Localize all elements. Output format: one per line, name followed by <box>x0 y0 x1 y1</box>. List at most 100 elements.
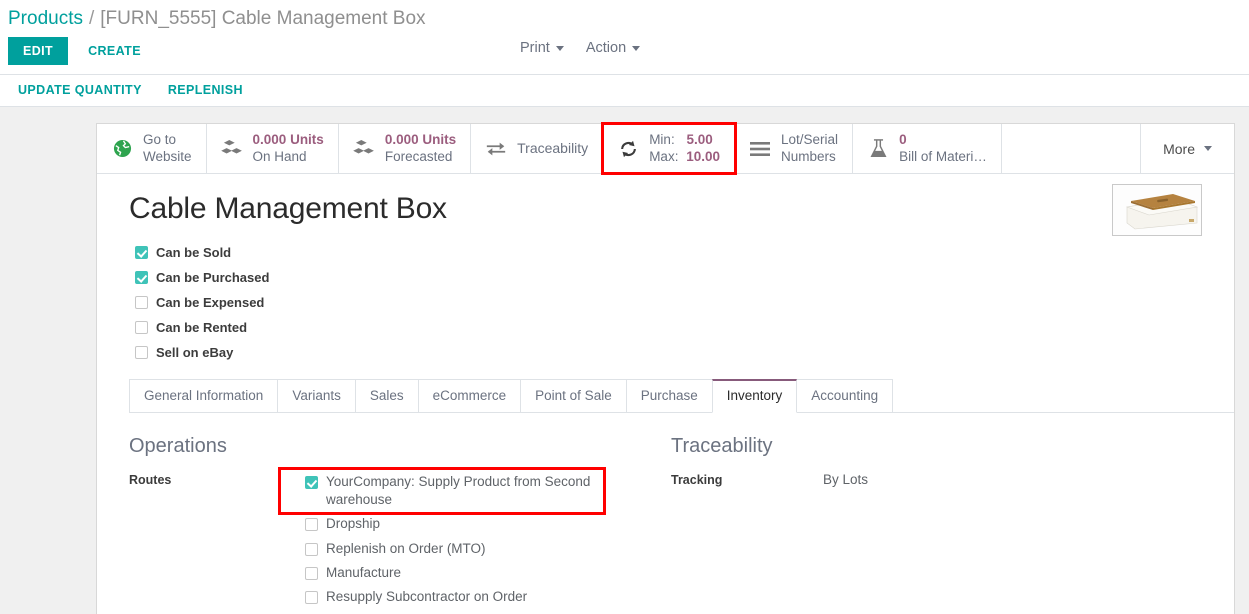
route-replenish-on-order-mto[interactable]: Replenish on Order (MTO) <box>281 537 581 561</box>
can-be-sold-label: Can be Sold <box>156 245 231 260</box>
route-manufacture[interactable]: Manufacture <box>281 561 581 585</box>
min-label: Min: <box>649 132 675 147</box>
route-resupply-subcontractor-on-order[interactable]: Resupply Subcontractor on Order <box>281 585 581 609</box>
globe-icon <box>111 139 133 158</box>
bom-label: Bill of Materi… <box>899 149 987 165</box>
sell-on-ebay-label: Sell on eBay <box>156 345 233 360</box>
route-resupply-subcontractor-on-order-label: Resupply Subcontractor on Order <box>326 588 527 606</box>
tab-variants[interactable]: Variants <box>277 379 356 412</box>
tab-purchase[interactable]: Purchase <box>626 379 713 412</box>
action-dropdown[interactable]: Action <box>586 40 640 56</box>
stat-button-forecasted[interactable]: 0.000 Units Forecasted <box>339 124 471 173</box>
replenish-button[interactable]: REPLENISH <box>168 83 243 97</box>
stat-button-text: Go to Website <box>143 132 192 165</box>
cubes-icon <box>353 140 375 158</box>
product-image[interactable] <box>1112 184 1202 236</box>
can-be-purchased-checkbox[interactable] <box>135 271 148 284</box>
route-replenish-on-order-mto-checkbox[interactable] <box>305 543 318 556</box>
on-hand-value: 0.000 Units <box>253 132 324 148</box>
can-be-sold-checkbox[interactable] <box>135 246 148 259</box>
tab-accounting[interactable]: Accounting <box>796 379 893 412</box>
inventory-tab-panel: Operations Routes YourCompany: Supply Pr… <box>97 413 1234 611</box>
sell-on-ebay-checkbox[interactable] <box>135 346 148 359</box>
tab-ecommerce[interactable]: eCommerce <box>418 379 522 412</box>
cubes-icon <box>221 140 243 158</box>
flag-can-be-sold[interactable]: Can be Sold <box>129 240 1234 265</box>
can-be-rented-checkbox[interactable] <box>135 321 148 334</box>
flag-can-be-rented[interactable]: Can be Rented <box>129 315 1234 340</box>
traceability-column: Traceability Tracking By Lots <box>659 435 1234 611</box>
route-replenish-on-order-mto-label: Replenish on Order (MTO) <box>326 540 486 558</box>
stat-button-traceability[interactable]: Traceability <box>471 124 603 173</box>
more-stat-buttons-dropdown[interactable]: More <box>1140 124 1234 173</box>
route-supply-from-second-warehouse[interactable]: YourCompany: Supply Product from Second … <box>281 470 603 512</box>
stat-button-text: 0.000 Units On Hand <box>253 132 324 165</box>
stat-button-row: Go to Website 0.000 Units <box>97 124 1234 174</box>
lot-serial-line1: Lot/Serial <box>781 132 838 148</box>
tab-general-information[interactable]: General Information <box>129 379 278 412</box>
print-dropdown-label: Print <box>520 40 550 56</box>
min-value: 5.00 <box>686 132 712 147</box>
stat-button-reordering-rules[interactable]: Min: 5.00 Max: 10.00 <box>603 124 735 173</box>
tab-inventory[interactable]: Inventory <box>712 379 798 413</box>
max-label: Max: <box>649 149 678 164</box>
tracking-field: Tracking By Lots <box>671 470 1234 487</box>
sheet-background: Go to Website 0.000 Units <box>0 107 1249 614</box>
route-supply-from-second-warehouse-checkbox[interactable] <box>305 476 318 489</box>
lot-serial-line2: Numbers <box>781 149 838 165</box>
go-to-website-line2: Website <box>143 149 192 165</box>
traceability-section-title: Traceability <box>671 435 1234 458</box>
create-button[interactable]: CREATE <box>74 37 155 65</box>
routes-label: Routes <box>129 470 281 487</box>
bars-icon <box>749 141 771 157</box>
can-be-expensed-label: Can be Expensed <box>156 295 264 310</box>
can-be-rented-label: Can be Rented <box>156 320 247 335</box>
traceability-label: Traceability <box>517 140 588 157</box>
tracking-value[interactable]: By Lots <box>823 470 868 487</box>
page-title: Cable Management Box <box>129 192 1234 226</box>
stat-button-on-hand[interactable]: 0.000 Units On Hand <box>207 124 339 173</box>
forecasted-value: 0.000 Units <box>385 132 456 148</box>
refresh-icon <box>617 139 639 159</box>
operations-section-title: Operations <box>129 435 659 458</box>
flask-icon <box>867 139 889 159</box>
flag-sell-on-ebay[interactable]: Sell on eBay <box>129 340 1234 365</box>
route-dropship-label: Dropship <box>326 515 380 533</box>
route-dropship[interactable]: Dropship <box>281 512 581 536</box>
update-quantity-button[interactable]: UPDATE QUANTITY <box>18 83 142 97</box>
chevron-down-icon <box>1204 146 1212 151</box>
stat-button-go-to-website[interactable]: Go to Website <box>97 124 207 173</box>
bom-count: 0 <box>899 132 987 148</box>
breadcrumb: Products / [FURN_5555] Cable Management … <box>0 0 1249 34</box>
can-be-expensed-checkbox[interactable] <box>135 296 148 309</box>
secondary-action-bar: UPDATE QUANTITY REPLENISH <box>0 75 1249 107</box>
route-dropship-checkbox[interactable] <box>305 518 318 531</box>
form-sheet: Go to Website 0.000 Units <box>96 123 1235 614</box>
more-label: More <box>1163 141 1195 157</box>
flag-can-be-expensed[interactable]: Can be Expensed <box>129 290 1234 315</box>
breadcrumb-separator: / <box>89 8 94 30</box>
print-dropdown[interactable]: Print <box>520 40 564 56</box>
routes-checkbox-group: YourCompany: Supply Product from Second … <box>281 470 659 609</box>
route-manufacture-checkbox[interactable] <box>305 567 318 580</box>
reordering-rule-values: Min: 5.00 Max: 10.00 <box>649 132 720 165</box>
breadcrumb-current-record: [FURN_5555] Cable Management Box <box>100 8 425 30</box>
stat-button-text: 0.000 Units Forecasted <box>385 132 456 165</box>
stat-button-lot-serial-numbers[interactable]: Lot/Serial Numbers <box>735 124 853 173</box>
tab-sales[interactable]: Sales <box>355 379 419 412</box>
flag-can-be-purchased[interactable]: Can be Purchased <box>129 265 1234 290</box>
stat-button-text: 0 Bill of Materi… <box>899 132 987 165</box>
edit-button[interactable]: EDIT <box>8 37 68 65</box>
tab-point-of-sale[interactable]: Point of Sale <box>520 379 627 412</box>
route-manufacture-label: Manufacture <box>326 564 401 582</box>
product-header: Cable Management Box Can be Sold Can be … <box>97 174 1234 365</box>
route-resupply-subcontractor-on-order-checkbox[interactable] <box>305 591 318 604</box>
chevron-down-icon <box>556 46 564 51</box>
min-row: Min: 5.00 <box>649 132 720 148</box>
exchange-icon <box>485 140 507 158</box>
action-dropdown-label: Action <box>586 40 626 56</box>
stat-button-bill-of-materials[interactable]: 0 Bill of Materi… <box>853 124 1002 173</box>
chevron-down-icon <box>632 46 640 51</box>
breadcrumb-products-link[interactable]: Products <box>8 8 83 30</box>
can-be-purchased-label: Can be Purchased <box>156 270 269 285</box>
